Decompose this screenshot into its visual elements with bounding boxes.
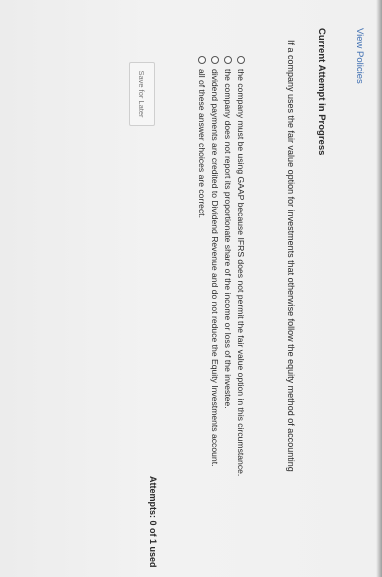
view-policies-link[interactable]: View Policies bbox=[354, 28, 365, 84]
answer-option-label: the company does not report its proporti… bbox=[223, 69, 234, 409]
screen: View Policies Current Attempt in Progres… bbox=[0, 0, 382, 577]
answer-option-3[interactable]: dividend payments are credited to Divide… bbox=[209, 56, 222, 476]
answer-option-label: dividend payments are credited to Divide… bbox=[210, 69, 221, 467]
radio-button[interactable] bbox=[211, 56, 220, 64]
radio-button[interactable] bbox=[198, 56, 207, 64]
attempts-counter: Attempts: 0 of 1 used bbox=[148, 476, 158, 568]
answer-option-1[interactable]: the company must be using GAAP because I… bbox=[235, 56, 248, 476]
radio-button[interactable] bbox=[224, 56, 233, 64]
radio-button[interactable] bbox=[237, 56, 246, 64]
screen-edge-shadow bbox=[376, 0, 382, 577]
answer-option-2[interactable]: the company does not report its proporti… bbox=[222, 56, 235, 476]
answer-option-4[interactable]: all of these answer choices are correct. bbox=[196, 56, 209, 476]
quiz-panel: View Policies Current Attempt in Progres… bbox=[4, 6, 376, 568]
answer-options: the company must be using GAAP because I… bbox=[196, 56, 248, 476]
answer-option-label: the company must be using GAAP because I… bbox=[236, 69, 247, 477]
answer-option-label: all of these answer choices are correct. bbox=[197, 69, 208, 219]
attempt-status-heading: Current Attempt in Progress bbox=[316, 28, 327, 156]
question-text: If a company uses the fair value option … bbox=[286, 40, 296, 472]
save-for-later-button[interactable]: Save for Later bbox=[129, 62, 155, 126]
